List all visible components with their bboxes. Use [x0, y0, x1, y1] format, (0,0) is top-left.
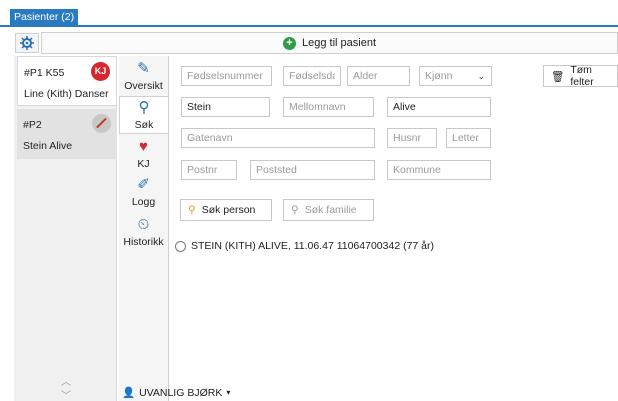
etternavn-field[interactable] [387, 97, 491, 117]
user-name[interactable]: UVANLIG BJØRK [139, 387, 222, 399]
chevron-down-icon[interactable]: ▾ [226, 388, 230, 397]
side-nav: ✎ Oversikt ⚲ Søk ♥ KJ ✐ Logg ⏲ Historikk [119, 56, 169, 401]
add-patient-label: Legg til pasient [302, 37, 376, 49]
fodselsdato-field[interactable] [283, 66, 341, 86]
nav-logg[interactable]: ✐ Logg [119, 174, 168, 212]
edit-document-icon: ✐ [137, 176, 150, 193]
fornavn-field[interactable] [181, 97, 270, 117]
kjonn-select[interactable]: Kjønn ⌄ [419, 66, 492, 86]
magnifier-icon: ⚲ [138, 99, 150, 116]
patient-toolbar: + Legg til pasient [13, 32, 618, 54]
kjonn-selected: Kjønn [425, 70, 453, 82]
user-icon: 👤 [122, 387, 136, 399]
search-family-button[interactable]: ⚲ Søk familie [283, 199, 374, 221]
alder-field[interactable] [347, 66, 410, 86]
patient-name: Stein Alive [23, 140, 73, 152]
chevron-down-icon[interactable]: ﹀ [61, 387, 71, 401]
history-icon: ⏲ [137, 216, 150, 233]
kommune-field[interactable] [387, 160, 491, 180]
chevron-down-icon: ⌄ [477, 71, 485, 81]
plus-icon: + [283, 36, 296, 50]
tab-strip: Pasienter (2) [0, 0, 618, 27]
settings-icon[interactable] [15, 33, 39, 53]
magnifier-icon: ⚲ [188, 204, 196, 216]
status-bar: 👤 UVANLIG BJØRK ▾ [119, 384, 618, 401]
search-person-label: Søk person [201, 204, 256, 216]
nav-historikk[interactable]: ⏲ Historikk [119, 214, 168, 252]
letter-field[interactable] [446, 128, 491, 148]
poststed-field[interactable] [250, 160, 375, 180]
document-heart-icon: ♥ [139, 138, 148, 155]
magnifier-icon: ⚲ [291, 204, 299, 216]
no-kj-badge-icon [92, 114, 111, 133]
nav-kj[interactable]: ♥ KJ [119, 136, 168, 172]
kj-badge-icon: KJ [91, 62, 110, 81]
clear-fields-button[interactable]: 🗑 Tøm felter [543, 64, 618, 88]
patient-id: #P2 [23, 119, 42, 131]
chevron-up-icon[interactable]: ︿ [61, 373, 71, 388]
patient-item[interactable]: #P1 K55 KJ Line (Kith) Danser [17, 56, 117, 106]
search-person-button[interactable]: ⚲ Søk person [180, 199, 272, 221]
patient-item[interactable]: #P2 Stein Alive [17, 109, 117, 159]
add-patient-button[interactable]: + Legg til pasient [41, 32, 618, 54]
husnr-field[interactable] [387, 128, 437, 148]
nav-label: Logg [131, 196, 156, 208]
patient-list: #P1 K55 KJ Line (Kith) Danser #P2 Stein … [14, 56, 117, 401]
fodselsnummer-field[interactable] [181, 66, 272, 86]
search-form: Kjønn ⌄ 🗑 Tøm felter ⚲ Søk person ⚲ Søk … [170, 56, 618, 384]
postnr-field[interactable] [181, 160, 237, 180]
result-text: STEIN (KITH) ALIVE, 11.06.47 11064700342… [191, 240, 434, 252]
search-result-item[interactable]: STEIN (KITH) ALIVE, 11.06.47 11064700342… [175, 240, 434, 252]
patient-name: Line (Kith) Danser [24, 88, 109, 100]
mellomnavn-field[interactable] [283, 97, 374, 117]
patient-id: #P1 K55 [24, 67, 65, 79]
gatenavn-field[interactable] [181, 128, 375, 148]
pencil-icon: ✎ [137, 60, 150, 77]
nav-label: Oversikt [124, 80, 163, 92]
nav-label: Søk [134, 119, 154, 131]
result-radio[interactable] [175, 240, 186, 252]
clear-fields-label: Tøm felter [570, 64, 594, 88]
search-family-label: Søk familie [304, 204, 357, 216]
nav-oversikt[interactable]: ✎ Oversikt [119, 58, 168, 96]
trash-icon: 🗑 [551, 70, 565, 83]
nav-label: Historikk [123, 236, 164, 248]
nav-sok[interactable]: ⚲ Søk [119, 96, 168, 134]
nav-label: KJ [137, 158, 150, 170]
tab-patients[interactable]: Pasienter (2) [10, 9, 79, 26]
